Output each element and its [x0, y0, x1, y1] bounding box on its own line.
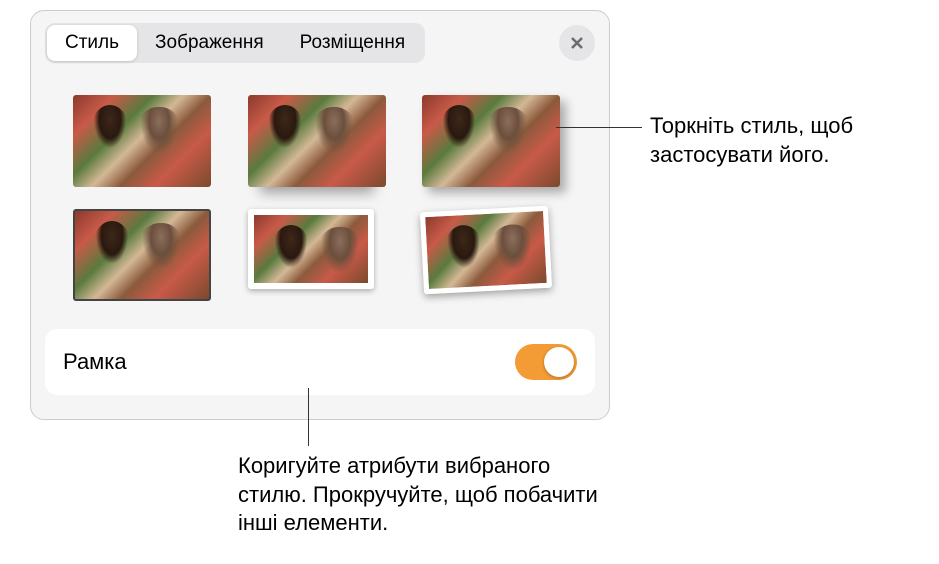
callout-leader-2 [308, 388, 309, 446]
close-button[interactable] [559, 25, 595, 61]
close-icon [569, 35, 585, 51]
toggle-knob [544, 347, 574, 377]
callout-tap-style: Торкніть стиль, щоб застосувати його. [650, 112, 930, 169]
style-preset-shadow[interactable] [422, 95, 560, 187]
tab-image[interactable]: Зображення [137, 25, 282, 61]
tab-arrange[interactable]: Розміщення [282, 25, 423, 61]
style-preset-reflection[interactable] [248, 95, 386, 187]
segmented-control: Стиль Зображення Розміщення [45, 23, 425, 63]
style-presets-grid [31, 75, 609, 311]
format-panel: Стиль Зображення Розміщення Рамка [30, 10, 610, 420]
tab-style[interactable]: Стиль [47, 25, 137, 61]
border-label: Рамка [63, 349, 127, 375]
tab-bar: Стиль Зображення Розміщення [31, 11, 609, 75]
style-preset-white-frame[interactable] [248, 209, 374, 289]
style-preset-polaroid[interactable] [420, 206, 552, 295]
callout-leader-1 [556, 127, 642, 128]
style-preset-plain[interactable] [73, 95, 211, 187]
style-preset-dark-border[interactable] [73, 209, 211, 301]
border-toggle[interactable] [515, 344, 577, 380]
callout-adjust-attrs: Коригуйте атрибути вибраного стилю. Прок… [238, 452, 618, 538]
border-section: Рамка [45, 329, 595, 395]
